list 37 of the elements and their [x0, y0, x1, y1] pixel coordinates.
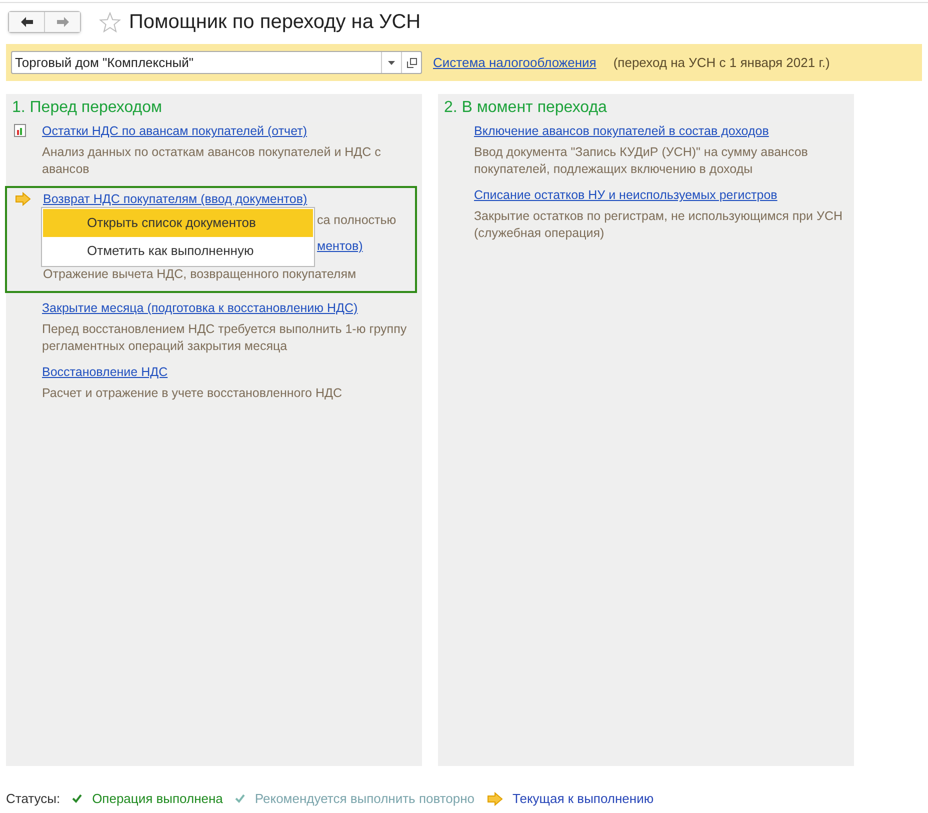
arrow-left-icon [20, 17, 32, 27]
step-link[interactable]: Списание остатков НУ и неиспользуемых регистров [474, 186, 778, 204]
step-link[interactable]: Восстановление НДС [42, 363, 168, 381]
status-label: Рекомендуется выполнить повторно [254, 790, 475, 808]
window-title: Помощник по переходу на УСН [129, 10, 421, 35]
step-description: са полностью [317, 212, 398, 229]
status-label: Текущая к выполнению [512, 790, 654, 808]
step-description: Закрытие остатков по регистрам, не использующимся при УСН (служебная операция) [474, 208, 844, 242]
step-link[interactable]: ментов) [317, 237, 363, 255]
organization-field[interactable]: Торговый дом "Комплексный" [11, 51, 422, 74]
step-description: Анализ данных по остаткам авансов покупателей и НДС с авансов [42, 144, 382, 178]
arrow-right-icon [56, 17, 68, 27]
step-description: Расчет и отражение в учете восстановленного НДС [42, 385, 343, 402]
step-link[interactable]: Возврат НДС покупателям (ввод документов) [43, 190, 308, 208]
back-button[interactable] [9, 12, 45, 32]
legend-label: Статусы: [6, 790, 60, 808]
step-link[interactable]: Закрытие месяца (подготовка к восстановлению НДС) [42, 299, 358, 317]
menu-item[interactable]: Открыть список документов [43, 209, 313, 237]
open-window-icon [406, 58, 416, 68]
check-icon [72, 794, 82, 804]
step-description: Перед восстановлением НДС требуется выполнить 1-ю группу регламентных операций закрытия месяца [42, 321, 408, 355]
arrow-right-icon [486, 792, 503, 806]
status-label: Операция выполнена [92, 790, 223, 808]
arrow-right-icon [15, 192, 31, 206]
organization-value: Торговый дом "Комплексный" [14, 54, 195, 72]
step-link[interactable]: Остатки НДС по авансам покупателей (отчет) [42, 122, 307, 140]
transition-note: (переход на УСН с 1 января 2021 г.) [613, 54, 830, 72]
check-icon [234, 794, 245, 804]
report-icon [14, 124, 26, 137]
step-link[interactable]: Включение авансов покупателей в состав доходов [474, 122, 769, 140]
section-title: 2. В момент перехода [443, 98, 608, 118]
section-title: 1. Перед переходом [11, 98, 164, 118]
step-description: Ввод документа "Запись КУДиР (УСН)" на сумму авансов покупателей, подлежащих включению в доходы [474, 144, 809, 178]
step-description: Отражение вычета НДС, возвращенного покупателям [43, 266, 358, 283]
tax-system-link[interactable]: Система налогообложения [433, 52, 596, 72]
star-icon[interactable] [99, 12, 121, 32]
caret-icon [388, 60, 395, 64]
